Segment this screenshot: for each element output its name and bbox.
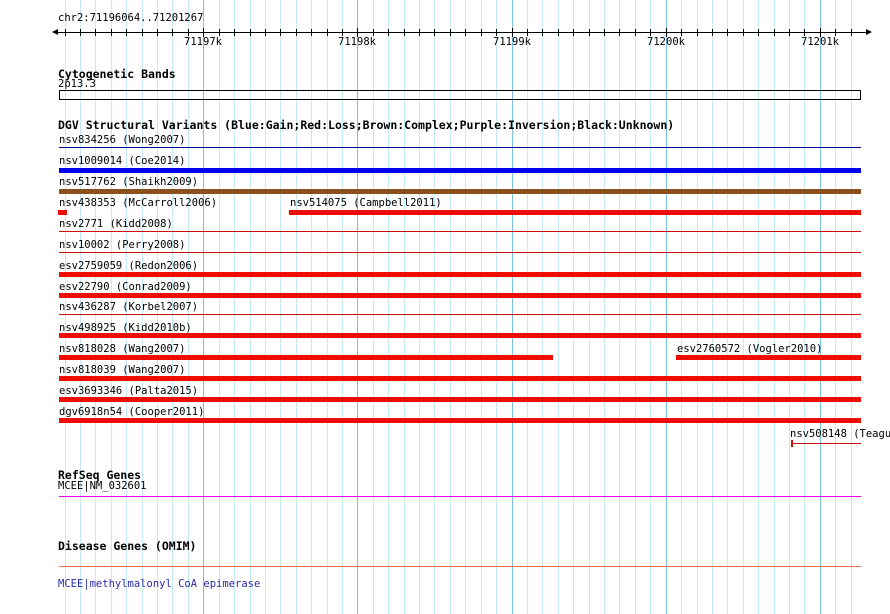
ruler-tick <box>388 29 389 36</box>
variant-line[interactable] <box>791 443 861 444</box>
genome-browser-view: chr2:71196064..71201267 71197k 71198k 7119… <box>0 0 890 614</box>
ruler-tick <box>172 29 173 36</box>
ruler-tick <box>851 29 852 36</box>
ruler-tick <box>835 29 836 36</box>
variant-label[interactable]: nsv514075 (Campbell2011) <box>290 198 442 209</box>
variant-label[interactable]: esv2759059 (Redon2006) <box>59 261 198 272</box>
ruler-left-arrow-icon <box>52 29 58 35</box>
ruler-tick <box>465 29 466 36</box>
ruler-tick <box>681 29 682 36</box>
variant-bar[interactable] <box>59 189 861 194</box>
variant-label[interactable]: esv22790 (Conrad2009) <box>59 282 192 293</box>
variant-label[interactable]: nsv1009014 (Coe2014) <box>59 156 185 167</box>
ruler-tick <box>619 29 620 36</box>
ruler-tick <box>234 29 235 36</box>
ruler-tick <box>65 29 66 36</box>
variant-label[interactable]: nsv438353 (McCarroll2006) <box>59 198 217 209</box>
ruler-tick <box>157 29 158 36</box>
ruler-tick <box>404 29 405 36</box>
ruler-tick <box>727 29 728 36</box>
ruler-tick-label: 71200k <box>644 37 688 48</box>
ruler-tick-label: 71197k <box>181 37 225 48</box>
ruler-tick <box>804 29 805 36</box>
variant-label[interactable]: nsv818028 (Wang2007) <box>59 344 185 355</box>
refseq-gene-line[interactable] <box>59 496 861 497</box>
ruler-right-arrow-icon <box>866 29 872 35</box>
ruler-tick <box>250 29 251 36</box>
ruler-tick <box>789 29 790 36</box>
ruler-tick-label: 71199k <box>490 37 534 48</box>
ruler-tick <box>111 29 112 36</box>
omim-gene-label[interactable]: MCEE|methylmalonyl CoA epimerase <box>58 579 260 590</box>
ruler-tick <box>80 29 81 36</box>
ruler-tick <box>342 29 343 36</box>
ruler-tick <box>311 29 312 36</box>
variant-line[interactable] <box>59 231 861 232</box>
ruler-tick <box>265 29 266 36</box>
ruler-tick <box>142 29 143 36</box>
ruler-tick <box>604 29 605 36</box>
variant-bar[interactable] <box>676 355 861 360</box>
ruler-tick-label: 71201k <box>798 37 842 48</box>
variant-label[interactable]: esv2760572 (Vogler2010) <box>677 344 822 355</box>
ruler-tick <box>327 29 328 36</box>
variant-line[interactable] <box>59 252 861 253</box>
dgv-track-title: DGV Structural Variants (Blue:Gain;Red:L… <box>58 119 674 131</box>
ruler-tick <box>542 29 543 36</box>
ruler-tick <box>188 29 189 36</box>
variant-label[interactable]: nsv834256 (Wong2007) <box>59 135 185 146</box>
variant-line[interactable] <box>59 147 861 148</box>
ruler-tick <box>527 29 528 36</box>
variant-bar[interactable] <box>289 210 861 215</box>
ruler-tick-label: 71198k <box>335 37 379 48</box>
region-coordinates: chr2:71196064..71201267 <box>58 13 203 24</box>
variant-bar[interactable] <box>59 272 861 277</box>
variant-bar[interactable] <box>59 355 553 360</box>
ruler-axis-line <box>57 32 866 33</box>
ruler-tick <box>434 29 435 36</box>
variant-label[interactable]: dgv6918n54 (Cooper2011) <box>59 407 204 418</box>
ruler-tick <box>496 29 497 36</box>
omim-gene-line[interactable] <box>59 566 861 567</box>
ruler-tick <box>126 29 127 36</box>
variant-bar[interactable] <box>59 376 861 381</box>
variant-label[interactable]: nsv498925 (Kidd2010b) <box>59 323 192 334</box>
ruler-tick <box>712 29 713 36</box>
ruler-tick <box>450 29 451 36</box>
variant-bar[interactable] <box>59 293 861 298</box>
omim-track-title: Disease Genes (OMIM) <box>58 540 196 552</box>
variant-bar[interactable] <box>59 418 861 423</box>
variant-bar[interactable] <box>59 168 861 173</box>
ruler-tick <box>774 29 775 36</box>
ruler-tick <box>95 29 96 36</box>
variant-line[interactable] <box>59 314 861 315</box>
variant-bar[interactable] <box>59 397 861 402</box>
refseq-gene-label[interactable]: MCEE|NM_032601 <box>58 481 147 492</box>
variant-label[interactable]: nsv436287 (Korbel2007) <box>59 302 198 313</box>
ruler-tick <box>573 29 574 36</box>
variant-label[interactable]: nsv508148 (Teague <box>790 429 890 440</box>
ruler-tick <box>296 29 297 36</box>
ruler-tick <box>280 29 281 36</box>
cytoband-label[interactable]: 2p13.3 <box>58 79 96 90</box>
variant-label[interactable]: nsv10002 (Perry2008) <box>59 240 185 251</box>
ruler-tick <box>419 29 420 36</box>
ruler-tick <box>697 29 698 36</box>
ruler-tick <box>373 29 374 36</box>
ruler-tick <box>758 29 759 36</box>
ruler-tick <box>743 29 744 36</box>
ruler-tick <box>589 29 590 36</box>
ruler-tick <box>650 29 651 36</box>
ruler-tick <box>558 29 559 36</box>
variant-label[interactable]: nsv517762 (Shaikh2009) <box>59 177 198 188</box>
ruler-tick <box>481 29 482 36</box>
cytoband-bar[interactable] <box>59 90 861 100</box>
ruler-tick <box>219 29 220 36</box>
variant-label[interactable]: esv3693346 (Palta2015) <box>59 386 198 397</box>
variant-label[interactable]: nsv2771 (Kidd2008) <box>59 219 173 230</box>
variant-bar[interactable] <box>58 210 67 215</box>
variant-label[interactable]: nsv818039 (Wang2007) <box>59 365 185 376</box>
ruler-tick <box>635 29 636 36</box>
